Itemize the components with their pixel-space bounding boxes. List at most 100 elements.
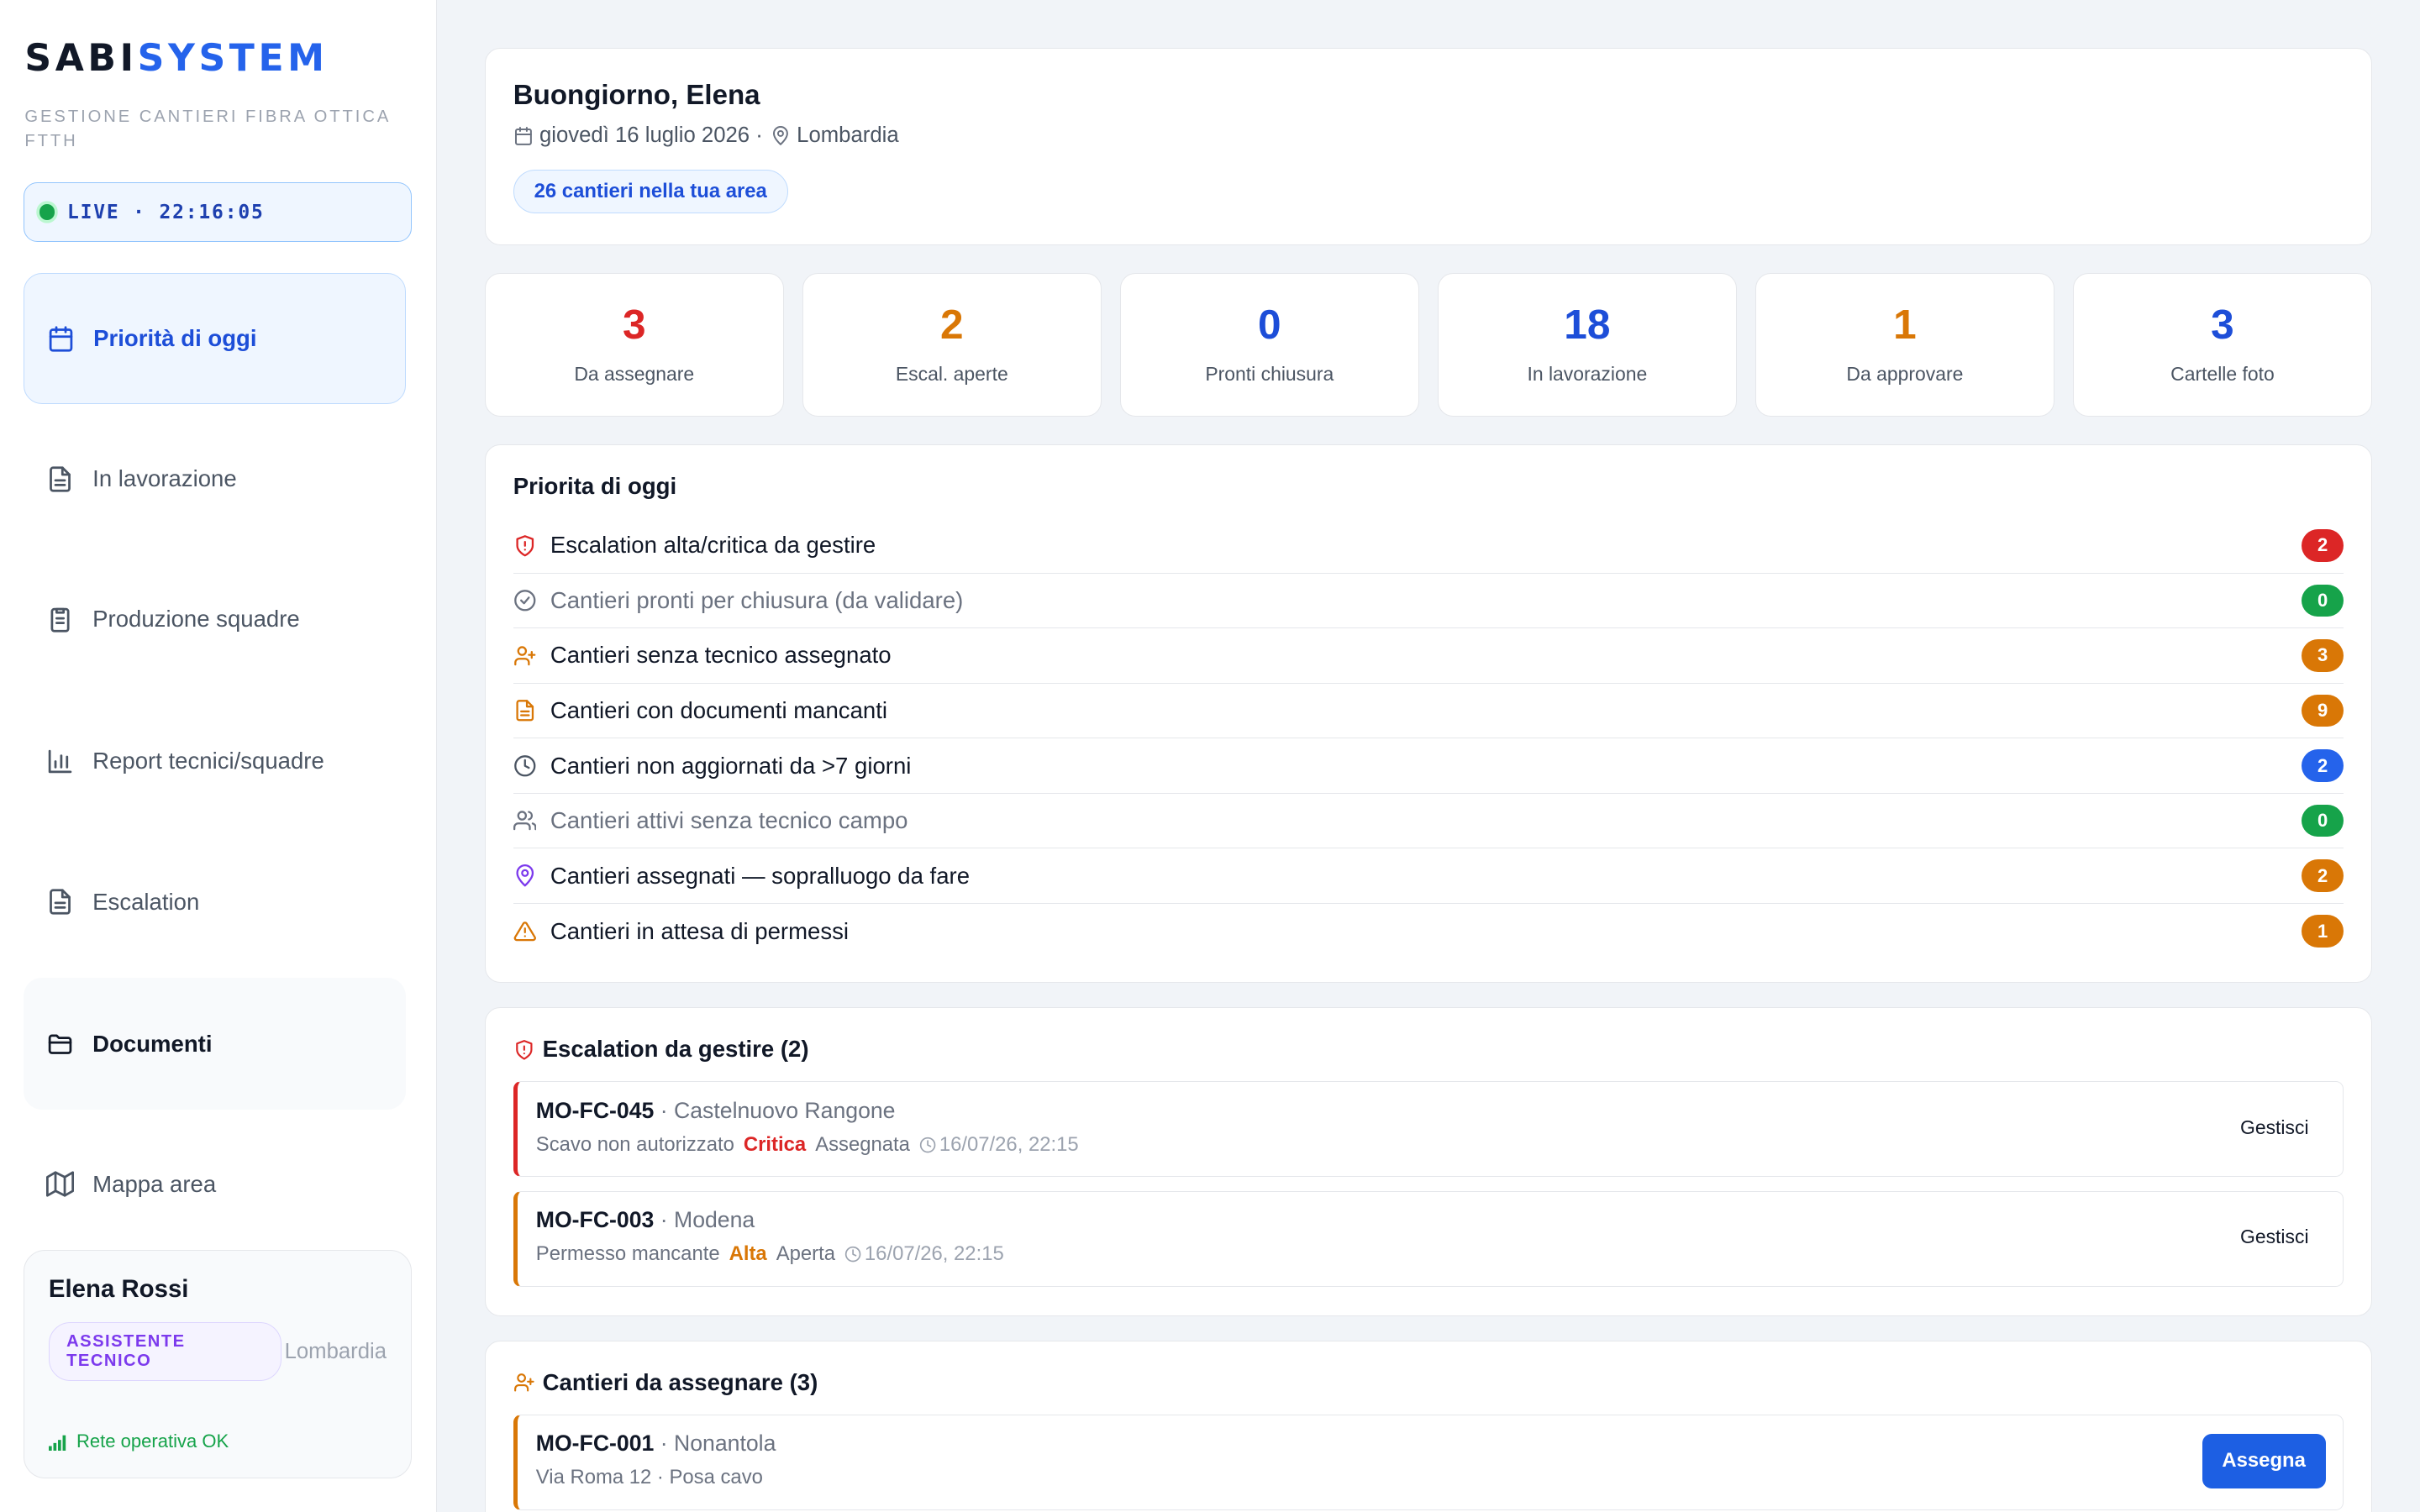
nav-item-priorita-di-oggi[interactable]: Priorità di oggi — [23, 273, 407, 405]
escalations-title: Escalation da gestire (2) — [542, 1036, 809, 1063]
map-icon — [46, 1171, 75, 1197]
brand-logo: SABISYSTEM — [24, 37, 328, 80]
to-assign-item: MO-FC-001 · Nonantola Via Roma 12 · Posa… — [513, 1415, 2344, 1510]
priority-count-badge: 0 — [2302, 804, 2344, 837]
nav-item-label: In lavorazione — [92, 465, 237, 492]
priority-count-badge: 3 — [2302, 639, 2344, 672]
priority-label: Cantieri non aggiornati da >7 giorni — [550, 752, 912, 779]
escalation-location: · Modena — [660, 1207, 755, 1233]
stat-label: Cartelle foto — [2170, 362, 2275, 385]
stat-value: 0 — [1258, 301, 1281, 349]
signal-icon — [48, 1435, 66, 1452]
to-assign-title: Cantieri da assegnare (3) — [542, 1369, 818, 1396]
priority-count-badge: 1 — [2302, 915, 2344, 948]
assign-button[interactable]: Assegna — [2202, 1434, 2326, 1488]
stat-card-in-lavorazione[interactable]: 18 In lavorazione — [1437, 273, 1737, 417]
escalation-code: MO-FC-045 — [535, 1097, 655, 1123]
nav-item-mappa-area[interactable]: Mappa area — [24, 1119, 407, 1250]
document-icon — [516, 700, 534, 722]
escalation-reason: Scavo non autorizzato — [535, 1132, 734, 1156]
to-assign-header: Cantieri da assegnare (3) — [513, 1369, 2344, 1396]
user-region: Lombardia — [284, 1339, 387, 1363]
nav-item-report-tecnici[interactable]: Report tecnici/squadre — [24, 696, 407, 827]
priority-label: Cantieri con documenti mancanti — [550, 696, 887, 723]
live-label: LIVE · 22:16:05 — [66, 201, 265, 223]
priority-label: Cantieri in attesa di permessi — [550, 917, 850, 944]
priority-row-senza-tecnico-campo[interactable]: Cantieri attivi senza tecnico campo 0 — [513, 794, 2344, 849]
priority-row-non-aggiornati[interactable]: Cantieri non aggiornati da >7 giorni 2 — [513, 738, 2344, 794]
priority-row-documenti-mancanti[interactable]: Cantieri con documenti mancanti 9 — [513, 684, 2344, 739]
network-status: Rete operativa OK — [48, 1431, 229, 1452]
stat-label: Da assegnare — [574, 362, 695, 385]
nav-item-documenti[interactable]: Documenti — [23, 978, 407, 1110]
nav-item-escalation[interactable]: Escalation — [24, 836, 407, 967]
stat-card-cartelle-foto[interactable]: 3 Cartelle foto — [2072, 273, 2372, 417]
priority-count-badge: 0 — [2302, 584, 2344, 617]
user-name: Elena Rossi — [48, 1275, 189, 1304]
clock-icon — [919, 1137, 936, 1153]
nav-item-label: Produzione squadre — [92, 606, 300, 633]
stat-label: Pronti chiusura — [1205, 362, 1334, 385]
nav-item-label: Documenti — [92, 1030, 213, 1057]
live-status-dot-icon — [39, 204, 55, 220]
escalation-status: Assegnata — [815, 1132, 910, 1156]
stat-value: 2 — [939, 301, 964, 349]
clock-icon — [513, 754, 536, 777]
file-icon — [50, 889, 71, 915]
priority-row-escalation[interactable]: Escalation alta/critica da gestire 2 — [513, 518, 2344, 574]
escalations-card: Escalation da gestire (2) MO-FC-045 · Ca… — [484, 1007, 2372, 1316]
priority-row-attesa-permessi[interactable]: Cantieri in attesa di permessi 1 — [513, 904, 2344, 959]
escalation-item: MO-FC-003 · Modena Permesso mancante Alt… — [513, 1190, 2344, 1287]
brand-name-part1: SABI — [24, 37, 138, 81]
priorities-list: Escalation alta/critica da gestire 2 Can… — [513, 518, 2344, 959]
shield-alert-icon — [516, 534, 534, 556]
nav-item-label: Report tecnici/squadre — [92, 748, 324, 774]
nav-item-label: Escalation — [92, 888, 200, 915]
escalation-timestamp: 16/07/26, 22:15 — [919, 1133, 1088, 1157]
escalations-header: Escalation da gestire (2) — [513, 1036, 2344, 1063]
clipboard-icon — [50, 607, 70, 633]
priority-row-pronti-chiusura[interactable]: Cantieri pronti per chiusura (da validar… — [513, 574, 2344, 629]
escalation-time: 16/07/26, 22:15 — [864, 1242, 1004, 1266]
site-detail: Via Roma 12 · Posa cavo — [535, 1466, 763, 1489]
escalation-reason: Permesso mancante — [535, 1242, 720, 1266]
nav-item-in-lavorazione[interactable]: In lavorazione — [24, 413, 407, 544]
greeting-meta: giovedì 16 luglio 2026 · Lombardia — [513, 123, 2344, 148]
area-count-pill[interactable]: 26 cantieri nella tua area — [513, 170, 788, 214]
nav-item-label: Priorità di oggi — [93, 325, 257, 352]
escalation-code: MO-FC-003 — [535, 1207, 655, 1233]
greeting-title: Buongiorno, Elena — [513, 79, 760, 111]
user-card: Elena Rossi ASSISTENTE TECNICO Lombardia… — [23, 1249, 413, 1478]
escalation-severity: Alta — [729, 1242, 767, 1266]
sidebar: SABISYSTEM GESTIONE CANTIERI FIBRA OTTIC… — [0, 0, 437, 1512]
site-code: MO-FC-001 — [535, 1431, 655, 1457]
user-plus-icon — [513, 645, 536, 665]
site-location: · Nonantola — [660, 1431, 776, 1457]
to-assign-card: Cantieri da assegnare (3) MO-FC-001 · No… — [484, 1341, 2372, 1512]
manage-escalation-button[interactable]: Gestisci — [2225, 1220, 2324, 1255]
stat-card-escalation-aperte[interactable]: 2 Escal. aperte — [802, 273, 1102, 417]
manage-escalation-button[interactable]: Gestisci — [2225, 1110, 2324, 1145]
priority-count-badge: 9 — [2302, 694, 2344, 727]
live-clock: LIVE · 22:16:05 — [23, 181, 413, 243]
priorities-title: Priorita di oggi — [513, 472, 677, 499]
stat-label: In lavorazione — [1527, 362, 1648, 385]
main-content: Buongiorno, Elena giovedì 16 luglio 2026… — [484, 47, 2372, 1512]
clock-icon — [844, 1246, 861, 1263]
calendar-icon — [49, 326, 73, 352]
stat-card-da-assegnare[interactable]: 3 Da assegnare — [484, 273, 784, 417]
warning-icon — [513, 921, 536, 942]
folder-icon — [48, 1034, 72, 1054]
stat-label: Escal. aperte — [895, 362, 1008, 385]
greeting-card: Buongiorno, Elena giovedì 16 luglio 2026… — [484, 47, 2372, 246]
stat-value: 1 — [1893, 301, 1917, 349]
priority-label: Cantieri attivi senza tecnico campo — [550, 807, 908, 834]
brand-name-part2: SYSTEM — [137, 37, 329, 81]
priorities-card: Priorita di oggi Escalation alta/critica… — [484, 444, 2372, 983]
nav-item-produzione-squadre[interactable]: Produzione squadre — [24, 554, 407, 685]
priority-row-sopralluogo[interactable]: Cantieri assegnati — sopralluogo da fare… — [513, 848, 2344, 904]
stat-card-da-approvare[interactable]: 1 Da approvare — [1754, 273, 2054, 417]
priority-row-senza-tecnico[interactable]: Cantieri senza tecnico assegnato 3 — [513, 628, 2344, 684]
priority-label: Cantieri pronti per chiusura (da validar… — [550, 586, 964, 613]
stat-card-pronti-chiusura[interactable]: 0 Pronti chiusura — [1119, 273, 1419, 417]
